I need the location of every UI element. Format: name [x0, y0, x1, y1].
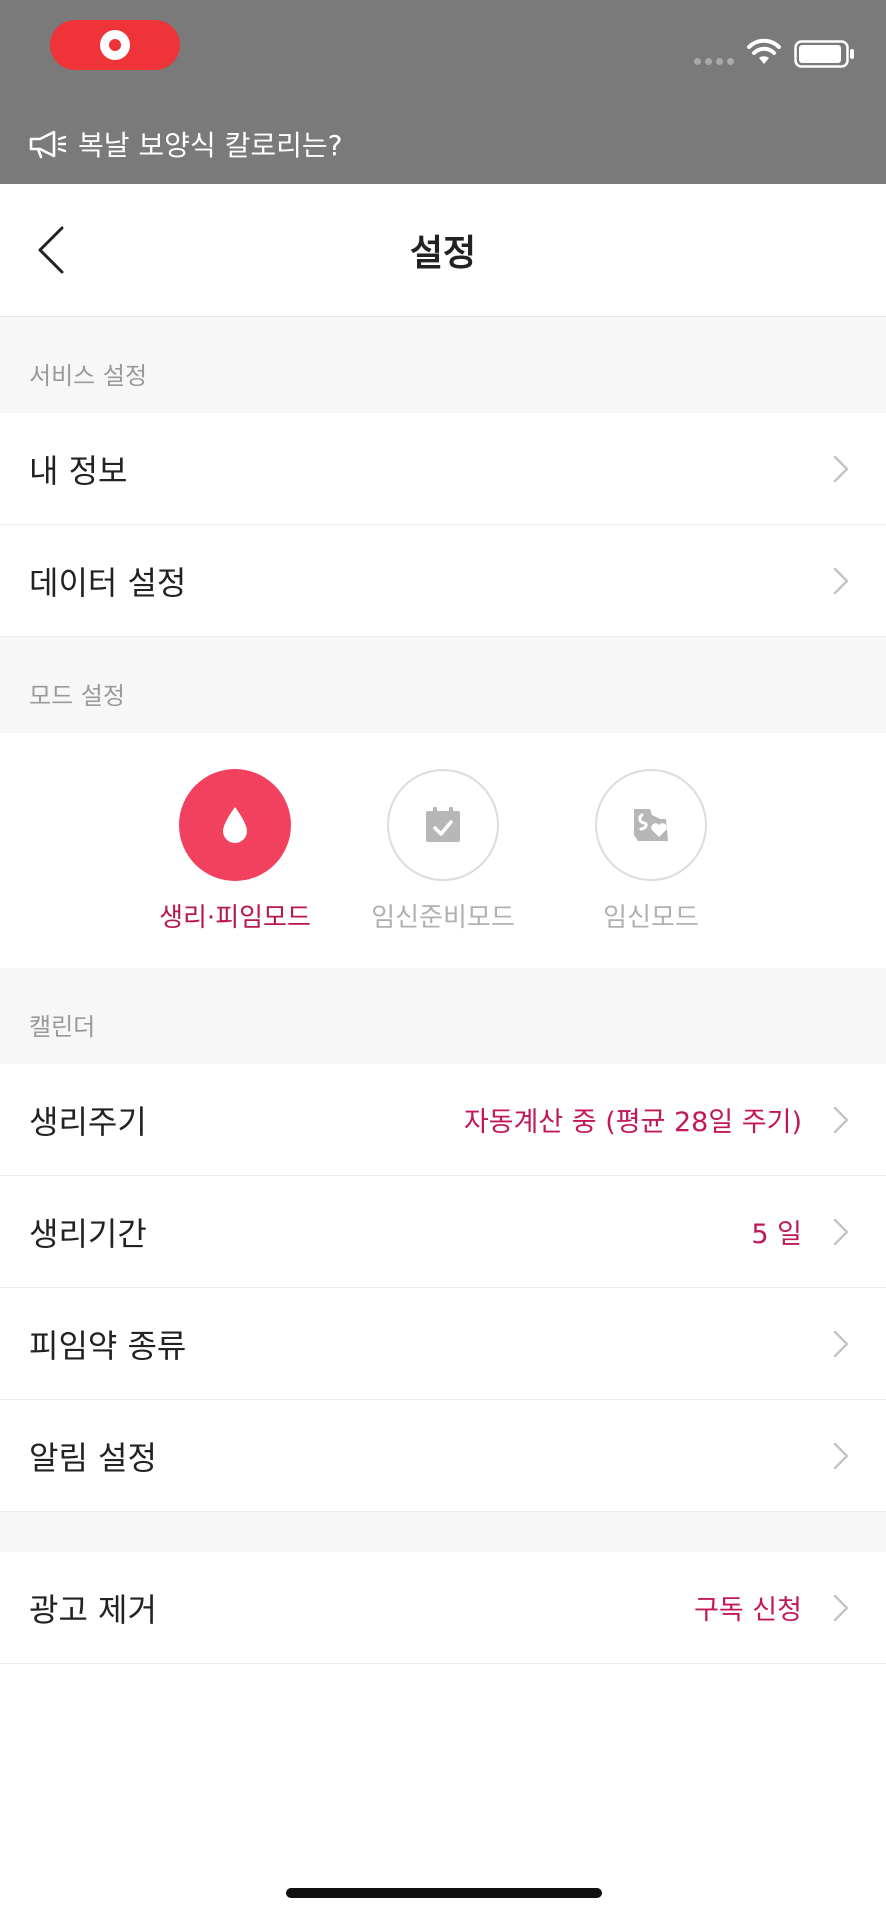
record-icon: [100, 30, 130, 60]
page-title: 설정: [409, 233, 477, 274]
row-label: 데이터 설정: [29, 563, 187, 602]
row-remove-ads[interactable]: 광고 제거 구독 신청: [0, 1552, 886, 1664]
battery-icon: [794, 40, 854, 68]
row-label: 생리주기: [29, 1102, 147, 1141]
mode-circle-active: [179, 769, 291, 881]
section-header-mode: 모드 설정: [0, 637, 886, 733]
chevron-right-icon: [832, 566, 850, 596]
section-spacer: [0, 1512, 886, 1552]
mode-label: 임신준비모드: [371, 903, 515, 933]
megaphone-icon: [29, 130, 67, 159]
row-pill-type[interactable]: 피임약 종류: [0, 1288, 886, 1400]
section-header-label: 캘린더: [29, 1013, 96, 1041]
signal-icon: [694, 58, 734, 65]
mode-selector: 생리·피임모드 임신준비모드 임신모드: [0, 733, 886, 968]
chevron-right-icon: [832, 1593, 850, 1623]
screen-recording-indicator[interactable]: [50, 20, 180, 70]
section-header-service: 서비스 설정: [0, 317, 886, 413]
row-label: 광고 제거: [29, 1590, 157, 1629]
row-label: 내 정보: [29, 451, 128, 490]
row-label: 피임약 종류: [29, 1326, 187, 1365]
row-value: 5 일: [751, 1219, 802, 1250]
wifi-icon: [747, 38, 781, 64]
mode-period-contraception[interactable]: 생리·피임모드: [135, 733, 335, 934]
calendar-check-icon: [426, 807, 460, 842]
row-period-cycle[interactable]: 생리주기 자동계산 중 (평균 28일 주기): [0, 1064, 886, 1176]
settings-list: 서비스 설정 내 정보 데이터 설정 모드 설정 생리·피임모드 임신준비모드 …: [0, 317, 886, 1664]
section-header-label: 모드 설정: [29, 682, 125, 710]
mode-circle-inactive: [387, 769, 499, 881]
row-label: 생리기간: [29, 1214, 147, 1253]
mode-preparing-pregnancy[interactable]: 임신준비모드: [343, 733, 543, 934]
row-value: 자동계산 중 (평균 28일 주기): [463, 1107, 802, 1138]
home-indicator[interactable]: [286, 1888, 602, 1898]
ticker-text: 복날 보양식 칼로리는?: [78, 129, 343, 162]
row-my-info[interactable]: 내 정보: [0, 413, 886, 525]
section-header-label: 서비스 설정: [29, 362, 148, 390]
row-notification-settings[interactable]: 알림 설정: [0, 1400, 886, 1512]
chevron-left-icon: [38, 226, 64, 274]
chevron-right-icon: [832, 1105, 850, 1135]
mode-label: 생리·피임모드: [159, 903, 311, 933]
back-button[interactable]: [26, 220, 76, 280]
mode-pregnancy[interactable]: 임신모드: [551, 733, 751, 934]
section-header-calendar: 캘린더: [0, 968, 886, 1064]
navigation-bar: 설정: [0, 184, 886, 317]
mode-circle-inactive: [595, 769, 707, 881]
row-period-length[interactable]: 생리기간 5 일: [0, 1176, 886, 1288]
mode-label: 임신모드: [603, 903, 699, 933]
chevron-right-icon: [832, 1217, 850, 1247]
chevron-right-icon: [832, 1329, 850, 1359]
baby-heart-icon: [634, 809, 668, 841]
row-label: 알림 설정: [29, 1438, 157, 1477]
announcement-ticker[interactable]: 복날 보양식 칼로리는?: [28, 124, 343, 164]
row-value: 구독 신청: [694, 1595, 802, 1626]
row-data-settings[interactable]: 데이터 설정: [0, 525, 886, 637]
status-area: 복날 보양식 칼로리는?: [0, 0, 886, 184]
chevron-right-icon: [832, 454, 850, 484]
drop-icon: [223, 807, 247, 843]
chevron-right-icon: [832, 1441, 850, 1471]
